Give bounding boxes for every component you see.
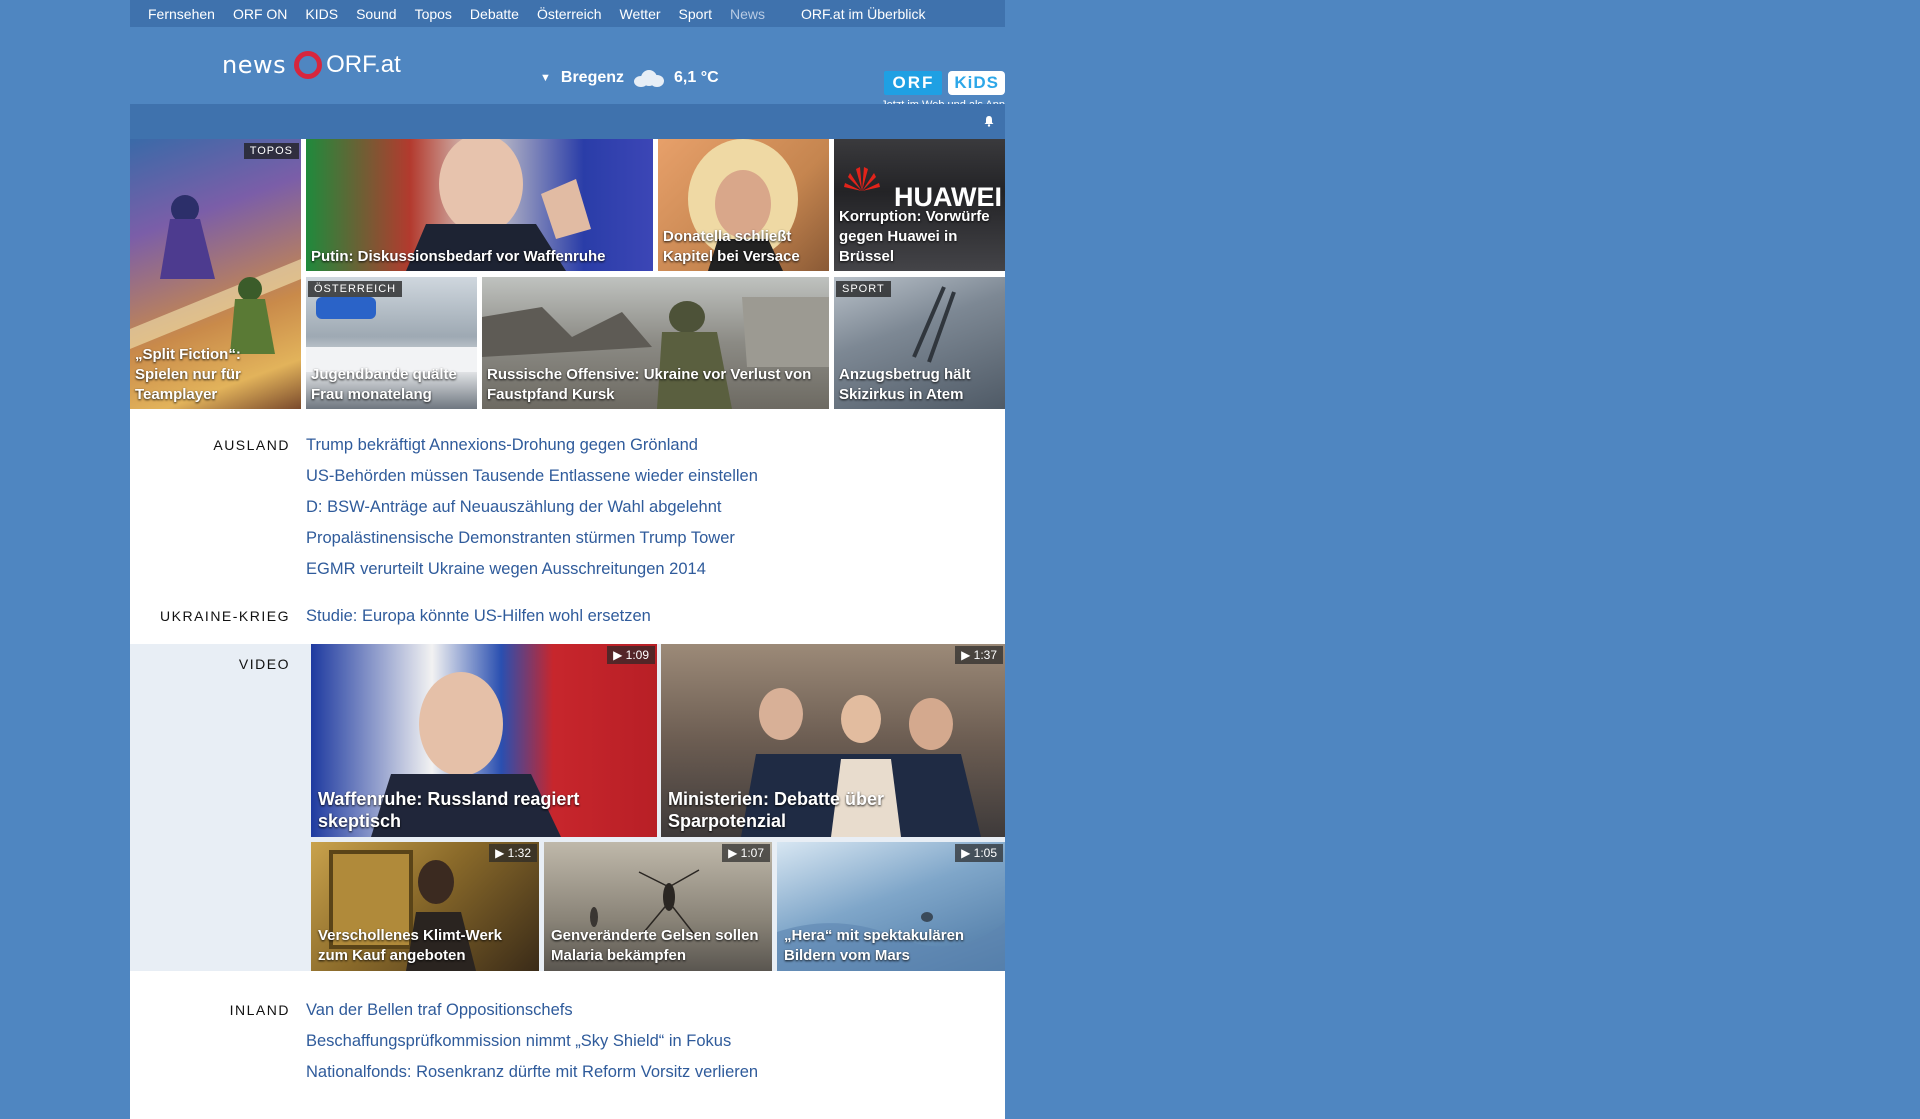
video-duration: ▶ 1:09 [607, 646, 655, 664]
headline-link[interactable]: Van der Bellen traf Oppositionschefs [306, 995, 758, 1026]
news-section-top: AUSLAND Trump bekräftigt Annexions-Drohu… [130, 409, 1005, 644]
video-duration: ▶ 1:32 [489, 844, 537, 862]
section-label: UKRAINE-KRIEG [160, 608, 290, 624]
orf-ring-icon [294, 51, 323, 79]
nav-sound[interactable]: Sound [356, 6, 396, 22]
story-tile[interactable]: HUAWEI Korruption: Vorwürfe gegen Huawei… [834, 139, 1005, 271]
story-caption: Russische Offensive: Ukraine vor Verlust… [487, 366, 812, 403]
weather-temp: 6,1 °C [674, 69, 719, 86]
story-caption: Korruption: Vorwürfe gegen Huawei in Brü… [839, 208, 990, 265]
headline-link[interactable]: Studie: Europa könnte US-Hilfen wohl ers… [306, 601, 651, 632]
video-duration: ▶ 1:37 [955, 646, 1003, 664]
section-label: AUSLAND [213, 437, 290, 453]
logo-news-text: news [222, 51, 287, 79]
video-tile[interactable]: ▶ 1:05 „Hera“ mit spektakulären Bildern … [777, 842, 1005, 971]
headline-link[interactable]: Propalästinensische Demonstranten stürme… [306, 523, 758, 554]
orf-kids-logo-kids: KiDS [948, 71, 1005, 95]
video-tile[interactable]: ▶ 1:07 Genveränderte Gelsen sollen Malar… [544, 842, 772, 971]
nav-fernsehen[interactable]: Fernsehen [148, 6, 215, 22]
weather-widget[interactable]: ▼ Bregenz 6,1 °C [540, 69, 719, 87]
video-tile[interactable]: ▶ 1:09 Waffenruhe: Russland reagiert ske… [311, 644, 657, 837]
video-caption: Ministerien: Debatte über Sparpotenzial [668, 789, 885, 831]
news-orf-logo[interactable]: news ORF.at [222, 51, 401, 79]
headline-link[interactable]: US-Behörden müssen Tausende Entlassene w… [306, 461, 758, 492]
bell-icon[interactable] [983, 115, 995, 127]
story-caption: Putin: Diskussionsbedarf vor Waffenruhe [311, 248, 606, 265]
nav-topos[interactable]: Topos [415, 6, 452, 22]
headline-link[interactable]: Beschaffungsprüfkommission nimmt „Sky Sh… [306, 1026, 758, 1057]
news-section-inland: INLAND Van der Bellen traf Oppositionsch… [130, 971, 1005, 1119]
toolbar-strip [130, 104, 1005, 139]
nav-sport[interactable]: Sport [679, 6, 712, 22]
category-badge: SPORT [836, 281, 891, 297]
site-header: news ORF.at ▼ Bregenz 6,1 °C ORF KiDS Je… [130, 27, 1005, 111]
video-duration: ▶ 1:07 [722, 844, 770, 862]
video-caption: Waffenruhe: Russland reagiert skeptisch [318, 789, 580, 831]
nav-news[interactable]: News [730, 6, 765, 22]
story-tile[interactable]: Donatella schließt Kapitel bei Versace [658, 139, 829, 271]
video-caption: „Hera“ mit spektakulären Bildern vom Mar… [784, 927, 965, 964]
weather-city: Bregenz [560, 69, 625, 86]
headline-link[interactable]: Trump bekräftigt Annexions-Drohung gegen… [306, 430, 758, 461]
headline-link[interactable]: EGMR verurteilt Ukraine wegen Ausschreit… [306, 554, 758, 585]
section-label: VIDEO [238, 656, 290, 672]
story-caption: Jugendbande quälte Frau monatelang [311, 366, 457, 403]
nav-oesterreich[interactable]: Österreich [537, 6, 602, 22]
story-tile[interactable]: Russische Offensive: Ukraine vor Verlust… [482, 277, 829, 409]
nav-debatte[interactable]: Debatte [470, 6, 519, 22]
nav-orf-on[interactable]: ORF ON [233, 6, 287, 22]
section-video: VIDEO ▶ 1:09 Waffenruhe: Russland reagie… [130, 644, 1005, 971]
section-label: INLAND [229, 1002, 290, 1018]
section-inland: INLAND Van der Bellen traf Oppositionsch… [130, 999, 1005, 1088]
dropdown-triangle-icon: ▼ [540, 72, 551, 84]
nav-wetter[interactable]: Wetter [620, 6, 661, 22]
logo-orf-text: ORF.at [326, 51, 401, 78]
video-duration: ▶ 1:05 [955, 844, 1003, 862]
top-stories-grid: TOPOS „Split Fiction“: Spielen nur für T… [130, 139, 1005, 409]
headline-link[interactable]: D: BSW-Anträge auf Neuauszählung der Wah… [306, 492, 758, 523]
story-caption: Donatella schließt Kapitel bei Versace [663, 228, 800, 265]
category-badge: TOPOS [243, 143, 299, 159]
story-tile[interactable]: TOPOS „Split Fiction“: Spielen nur für T… [130, 139, 301, 409]
story-caption: „Split Fiction“: Spielen nur für Teampla… [135, 346, 241, 403]
orf-kids-logo-orf: ORF [884, 71, 943, 95]
story-tile[interactable]: Putin: Diskussionsbedarf vor Waffenruhe [306, 139, 653, 271]
story-tile[interactable]: ÖSTERREICH Jugendbande quälte Frau monat… [306, 277, 477, 409]
nav-overview[interactable]: ORF.at im Überblick [801, 6, 925, 22]
section-ausland: AUSLAND Trump bekräftigt Annexions-Drohu… [130, 434, 1005, 585]
story-tile[interactable]: SPORT Anzugsbetrug hält Skizirkus in Ate… [834, 277, 1005, 409]
video-caption: Verschollenes Klimt-Werk zum Kauf angebo… [318, 927, 502, 964]
top-navigation: Fernsehen ORF ON KIDS Sound Topos Debatt… [130, 0, 1005, 27]
story-caption: Anzugsbetrug hält Skizirkus in Atem [839, 366, 971, 403]
video-tile[interactable]: ▶ 1:32 Verschollenes Klimt-Werk zum Kauf… [311, 842, 539, 971]
cloud-icon [632, 69, 666, 87]
category-badge: ÖSTERREICH [308, 281, 403, 297]
nav-kids[interactable]: KIDS [305, 6, 338, 22]
video-caption: Genveränderte Gelsen sollen Malaria bekä… [551, 927, 759, 964]
video-tile[interactable]: ▶ 1:37 Ministerien: Debatte über Sparpot… [661, 644, 1005, 837]
section-ukraine-krieg: UKRAINE-KRIEG Studie: Europa könnte US-H… [130, 605, 1005, 644]
headline-link[interactable]: Nationalfonds: Rosenkranz dürfte mit Ref… [306, 1057, 758, 1088]
page: Fernsehen ORF ON KIDS Sound Topos Debatt… [130, 0, 1005, 1119]
